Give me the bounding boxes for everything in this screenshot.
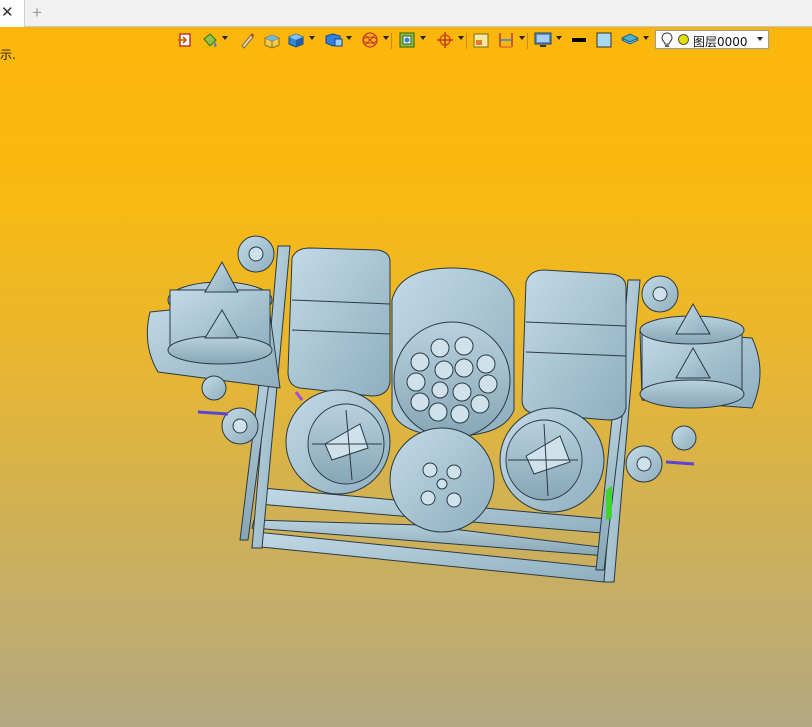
rov-3d-model[interactable] (0, 0, 812, 727)
left-battery-housing (287, 247, 391, 397)
green-marker (606, 486, 612, 520)
right-battery-housing (521, 269, 627, 421)
thruster-cone (204, 260, 239, 293)
